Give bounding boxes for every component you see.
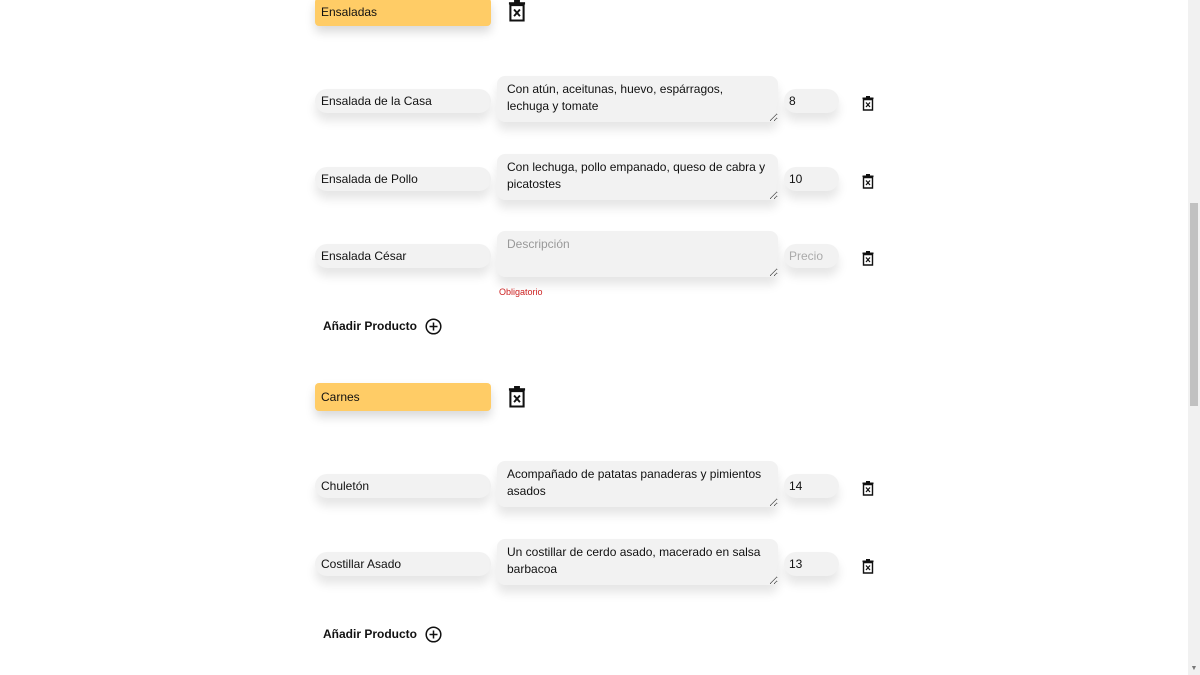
category-name-input[interactable] (315, 0, 491, 26)
scrollbar-thumb[interactable] (1190, 203, 1198, 406)
trash-icon[interactable] (862, 559, 874, 574)
product-description-input[interactable]: Un costillar de cerdo asado, macerado en… (497, 539, 778, 585)
product-name-input[interactable] (315, 244, 491, 268)
product-price-input[interactable] (784, 474, 839, 498)
product-name-input[interactable] (315, 89, 491, 113)
trash-icon[interactable] (862, 251, 874, 266)
product-description-input[interactable]: Acompañado de patatas panaderas y pimien… (497, 461, 778, 507)
product-price-input[interactable] (784, 89, 839, 113)
add-product-button[interactable]: Añadir Producto (323, 625, 442, 643)
category-name-input[interactable] (315, 383, 491, 411)
error-message: Obligatorio (499, 287, 543, 297)
add-product-button[interactable]: Añadir Producto (323, 317, 442, 335)
product-name-input[interactable] (315, 474, 491, 498)
add-product-label: Añadir Producto (323, 627, 418, 641)
product-name-input[interactable] (315, 167, 491, 191)
product-price-input[interactable] (784, 552, 839, 576)
trash-icon[interactable] (862, 96, 874, 111)
product-description-input[interactable] (497, 231, 778, 277)
scroll-down-arrow-icon[interactable]: ▼ (1190, 665, 1198, 673)
trash-icon[interactable] (508, 386, 526, 408)
trash-icon[interactable] (862, 174, 874, 189)
add-product-label: Añadir Producto (323, 319, 418, 333)
product-description-input[interactable]: Con lechuga, pollo empanado, queso de ca… (497, 154, 778, 200)
trash-icon[interactable] (862, 481, 874, 496)
product-description-input[interactable]: Con atún, aceitunas, huevo, espárragos, … (497, 76, 778, 122)
menu-editor-page: Con atún, aceitunas, huevo, espárragos, … (0, 0, 1200, 675)
product-price-input[interactable] (784, 167, 839, 191)
product-name-input[interactable] (315, 552, 491, 576)
plus-circle-icon (425, 318, 442, 335)
trash-icon[interactable] (508, 0, 526, 22)
product-price-input[interactable] (784, 244, 839, 268)
plus-circle-icon (425, 626, 442, 643)
